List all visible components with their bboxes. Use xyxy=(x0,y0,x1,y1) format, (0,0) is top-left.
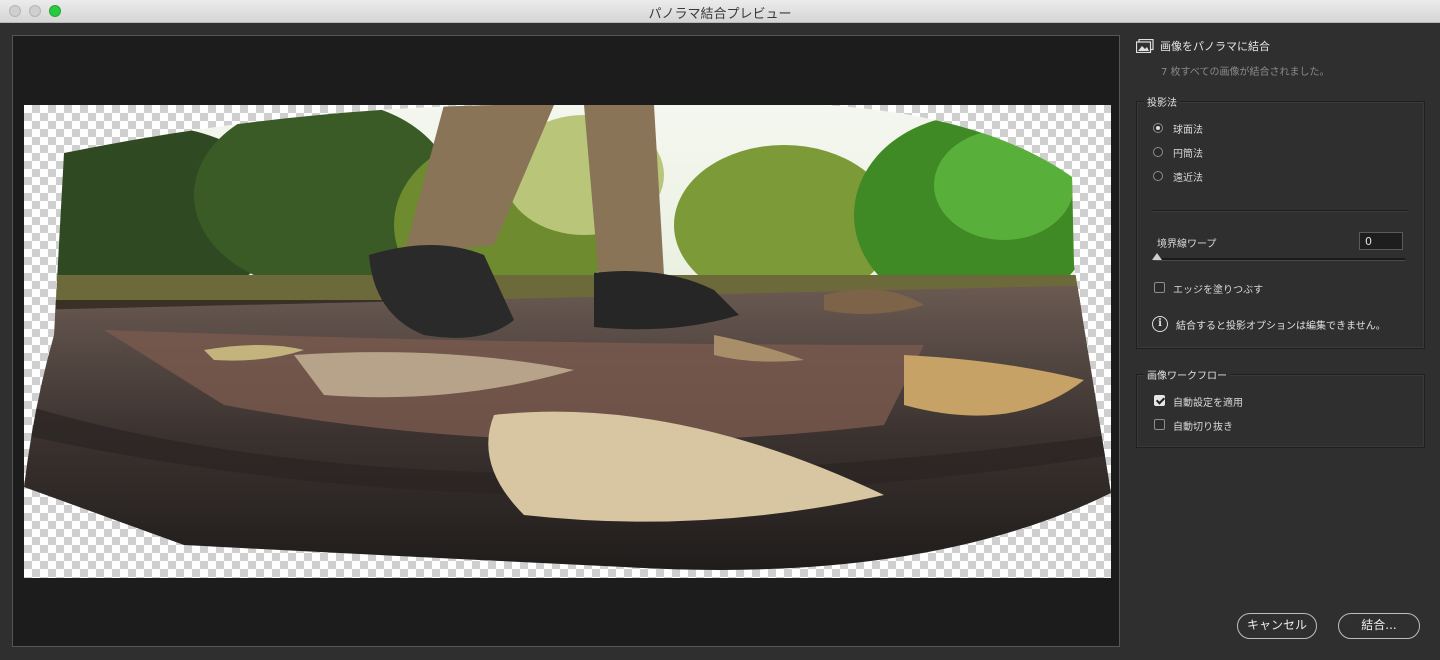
radio-perspective[interactable] xyxy=(1153,171,1163,181)
projection-group xyxy=(1136,101,1425,349)
title-bar: パノラマ結合プレビュー xyxy=(0,0,1440,23)
transparency-checkerboard xyxy=(24,105,1111,578)
merge-status-text: 7 枚すべての画像が結合されました。 xyxy=(1161,67,1330,78)
photos-stack-icon xyxy=(1136,39,1154,53)
panorama-merge-window: パノラマ結合プレビュー 画像をパノラマに結合 7 枚すべての画像が結合されました… xyxy=(0,0,1440,660)
radio-spherical-label[interactable]: 球面法 xyxy=(1173,121,1203,136)
auto-crop-checkbox[interactable] xyxy=(1154,419,1165,430)
options-panel: 画像をパノラマに結合 7 枚すべての画像が結合されました。 投影法 球面法 円筒… xyxy=(1126,22,1440,660)
workflow-label: 画像ワークフロー xyxy=(1144,367,1230,382)
auto-crop-label[interactable]: 自動切り抜き xyxy=(1173,418,1233,433)
cancel-button[interactable]: キャンセル xyxy=(1237,613,1317,639)
radio-perspective-label[interactable]: 遠近法 xyxy=(1173,169,1203,184)
boundary-warp-slider-thumb[interactable] xyxy=(1152,253,1162,260)
boundary-warp-label: 境界線ワープ xyxy=(1157,239,1217,250)
merge-button[interactable]: 結合... xyxy=(1338,613,1420,639)
radio-cylindrical-label[interactable]: 円筒法 xyxy=(1173,145,1203,160)
auto-settings-label[interactable]: 自動設定を適用 xyxy=(1173,394,1243,409)
projection-label: 投影法 xyxy=(1144,94,1180,109)
fill-edges-checkbox[interactable] xyxy=(1154,282,1165,293)
fill-edges-label[interactable]: エッジを塗りつぶす xyxy=(1173,281,1263,296)
radio-cylindrical[interactable] xyxy=(1153,147,1163,157)
panel-title: 画像をパノラマに結合 xyxy=(1160,40,1270,53)
boundary-warp-input[interactable]: 0 xyxy=(1359,232,1403,250)
workflow-group xyxy=(1136,374,1425,448)
info-icon: i xyxy=(1152,316,1168,332)
window-title: パノラマ結合プレビュー xyxy=(648,7,792,22)
panorama-image xyxy=(24,105,1111,570)
radio-spherical[interactable] xyxy=(1153,123,1163,133)
panorama-preview-area xyxy=(12,35,1120,647)
projection-divider xyxy=(1152,210,1408,212)
boundary-warp-slider[interactable] xyxy=(1154,258,1405,261)
projection-info-text: 結合すると投影オプションは編集できません。 xyxy=(1176,321,1386,332)
auto-settings-checkbox[interactable] xyxy=(1154,395,1165,406)
